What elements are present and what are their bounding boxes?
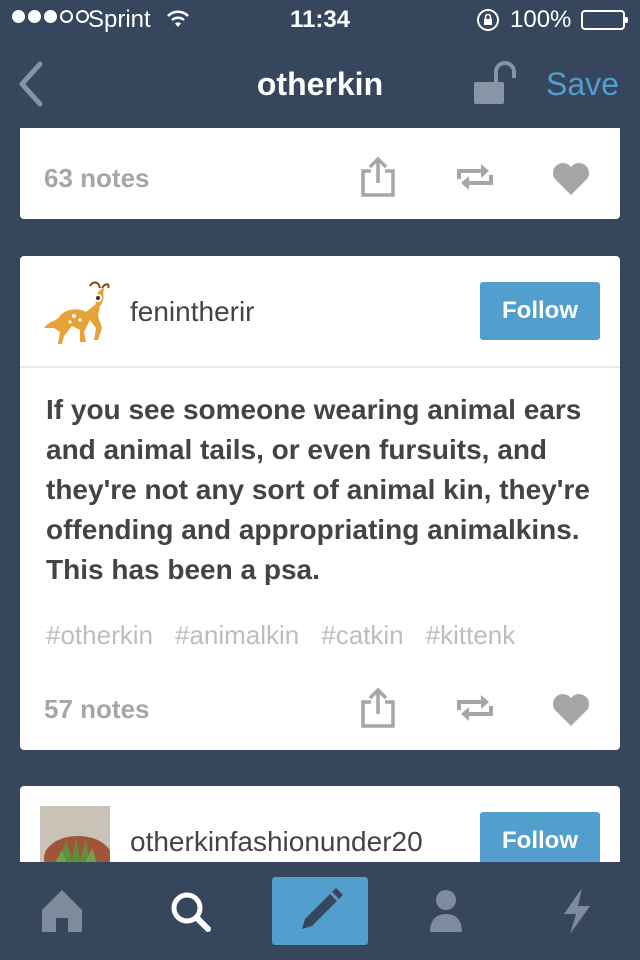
tab-account[interactable] — [398, 876, 494, 946]
compose-icon — [302, 888, 343, 929]
activity-icon — [564, 888, 590, 934]
battery-icon — [581, 10, 628, 30]
reblog-icon[interactable] — [453, 686, 497, 730]
notes-count[interactable]: 63 notes — [44, 163, 150, 194]
tab-search[interactable] — [142, 876, 238, 946]
orientation-lock-icon — [476, 8, 502, 39]
tag-link[interactable]: #kittenk — [426, 620, 516, 650]
post-card: fenintherir Follow If you see someone we… — [20, 256, 620, 750]
post-card: otherkinfashionunder20 Follow — [20, 786, 620, 862]
post-header: otherkinfashionunder20 Follow — [20, 786, 620, 862]
share-icon[interactable] — [357, 155, 401, 199]
heart-icon[interactable] — [549, 686, 593, 730]
post-card: 63 notes — [20, 128, 620, 219]
tag-link[interactable]: #catkin — [321, 620, 403, 650]
follow-button[interactable]: Follow — [480, 812, 600, 862]
home-icon — [42, 890, 82, 932]
tab-compose[interactable] — [272, 877, 368, 945]
avatar[interactable] — [40, 806, 110, 862]
account-icon — [430, 890, 462, 932]
blog-name[interactable]: fenintherir — [130, 296, 255, 328]
tag-link[interactable]: #otherkin — [46, 620, 153, 650]
save-button[interactable]: Save — [546, 66, 619, 103]
status-bar: Sprint 11:34 100% — [0, 0, 640, 40]
page-title: otherkin — [256, 66, 384, 102]
post-footer: 63 notes — [20, 139, 620, 219]
follow-button[interactable]: Follow — [480, 282, 600, 340]
tag-list: #otherkin #animalkin #catkin #kittenk — [46, 620, 596, 651]
heart-icon[interactable] — [549, 155, 593, 199]
nav-bar: otherkin Save — [0, 40, 640, 128]
tab-bar — [0, 862, 640, 960]
unlock-icon[interactable] — [470, 60, 522, 108]
tab-activity[interactable] — [528, 876, 624, 946]
post-body: If you see someone wearing animal ears a… — [46, 394, 590, 585]
notes-count[interactable]: 57 notes — [44, 694, 150, 725]
tag-link[interactable]: #animalkin — [175, 620, 299, 650]
post-header: fenintherir Follow — [20, 256, 620, 368]
share-icon[interactable] — [357, 686, 401, 730]
battery-percent: 100% — [510, 6, 572, 33]
avatar[interactable] — [40, 276, 110, 346]
reblog-icon[interactable] — [453, 155, 497, 199]
post-footer: 57 notes — [20, 670, 620, 750]
search-icon — [171, 892, 211, 932]
blog-name[interactable]: otherkinfashionunder20 — [130, 826, 423, 858]
tab-home[interactable] — [14, 876, 110, 946]
